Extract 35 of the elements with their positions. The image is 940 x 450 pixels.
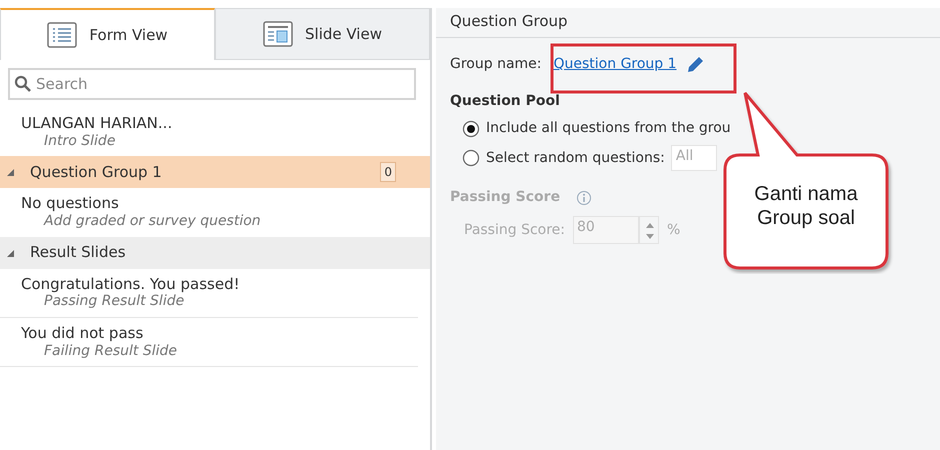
score-field: 80: [573, 216, 640, 244]
slide-subtitle: Intro Slide: [43, 132, 116, 150]
unit-label: %: [667, 220, 680, 240]
view-tab[interactable]: Form View: [0, 8, 215, 60]
group-label: Result Slides: [30, 242, 126, 264]
list-icon: [47, 22, 78, 48]
group-row[interactable]: Question Group 1 0: [0, 156, 430, 188]
callout-text: Group soal: [756, 206, 856, 230]
slide-title[interactable]: Congratulations. You passed!: [21, 274, 418, 294]
search-icon: [14, 75, 32, 93]
radio-label: Include all questions from the grou: [486, 119, 731, 138]
slide-subtitle: Add graded or survey question: [42, 213, 262, 230]
slide-title[interactable]: ULANGAN HARIAN...: [21, 114, 430, 133]
callout-text: Ganti nama: [753, 182, 859, 206]
panel-title: Question Group: [436, 8, 940, 38]
expand-triangle-icon[interactable]: [6, 248, 16, 258]
radio-button[interactable]: [462, 120, 480, 138]
field-label: Passing Score:: [464, 220, 566, 240]
slide-icon: [263, 21, 293, 47]
expand-triangle-icon[interactable]: [6, 167, 16, 178]
group-name-label: Group name:: [450, 55, 542, 74]
slide-subtitle: Failing Result Slide: [43, 342, 178, 360]
group-label: Question Group 1: [30, 162, 162, 183]
slide-subtitle: Passing Result Slide: [43, 293, 186, 311]
group-row[interactable]: Result Slides: [0, 236, 430, 268]
section-heading: Passing Score: [450, 188, 560, 207]
radio-label: Select random questions:: [486, 148, 665, 168]
question-count: 0: [380, 162, 396, 182]
slide-title[interactable]: You did not pass: [21, 324, 418, 342]
search-field[interactable]: Search: [8, 68, 416, 100]
slide-title[interactable]: No questions: [21, 194, 430, 213]
spinner-arrows-icon[interactable]: [639, 216, 660, 244]
view-tab[interactable]: Slide View: [215, 8, 430, 60]
section-heading: Question Pool: [450, 92, 561, 111]
radio-button[interactable]: [462, 149, 480, 167]
